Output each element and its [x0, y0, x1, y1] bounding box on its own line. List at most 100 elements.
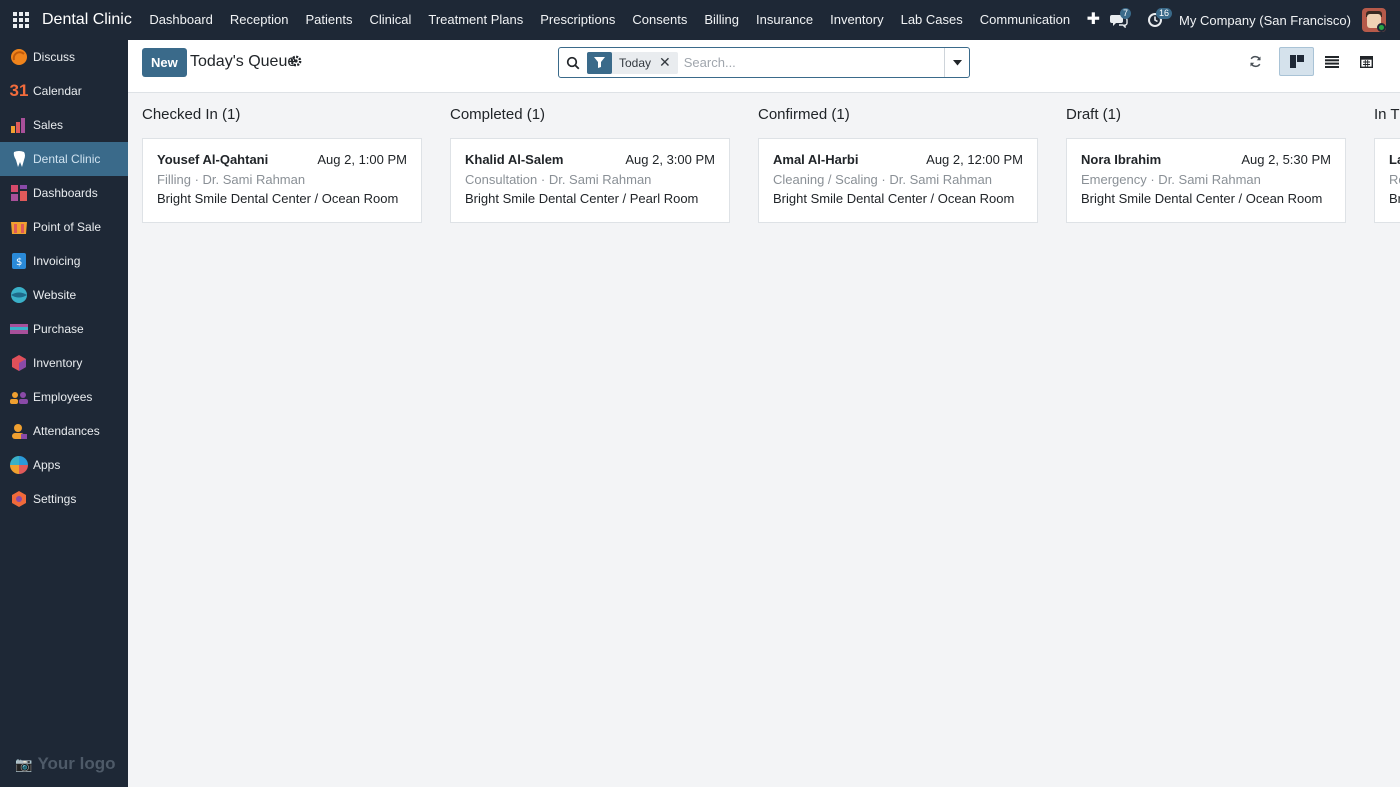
online-status-icon	[1377, 23, 1386, 32]
menu-consents[interactable]: Consents	[624, 0, 696, 40]
sidebar-item-label: Website	[33, 288, 77, 302]
add-menu-icon[interactable]: ✚	[1079, 0, 1108, 40]
kanban-view-button[interactable]	[1279, 47, 1314, 76]
facet-label: Today	[619, 55, 652, 70]
sidebar-item-dashboards[interactable]: Dashboards	[0, 176, 128, 210]
treatment-doctor: Cleaning / Scaling · Dr. Sami Rahman	[773, 172, 992, 187]
kanban-icon	[1289, 55, 1304, 68]
sidebar-item-discuss[interactable]: Discuss	[0, 40, 128, 74]
menu-treatment-plans[interactable]: Treatment Plans	[420, 0, 532, 40]
menu-prescriptions[interactable]: Prescriptions	[532, 0, 624, 40]
sidebar-item-inventory[interactable]: Inventory	[0, 346, 128, 380]
clinic-room: Bright Smile Dental Center / Ocean Room	[157, 191, 399, 206]
clinic-room: Br	[1389, 191, 1400, 206]
camera-icon: 📷	[15, 755, 33, 772]
dashboards-icon	[10, 184, 28, 202]
point-of-sale-icon	[10, 218, 28, 236]
search-icon[interactable]	[559, 48, 587, 77]
systray: 7 16 My Company (San Francisco)	[1107, 0, 1400, 40]
sidebar-item-settings[interactable]: Settings	[0, 482, 128, 516]
menu-insurance[interactable]: Insurance	[748, 0, 822, 40]
menu-inventory[interactable]: Inventory	[822, 0, 892, 40]
refresh-icon[interactable]	[1249, 55, 1262, 68]
control-panel: New Today's Queue Today ✕	[128, 40, 1400, 93]
sidebar-item-sales[interactable]: Sales	[0, 108, 128, 142]
sidebar-item-label: Invoicing	[33, 254, 81, 268]
sidebar-item-label: Dental Clinic	[33, 152, 101, 166]
view-switcher	[1279, 47, 1384, 76]
sidebar-item-apps[interactable]: Apps	[0, 448, 128, 482]
appointment-time: Aug 2, 12:00 PM	[926, 152, 1023, 167]
sidebar-item-employees[interactable]: Employees	[0, 380, 128, 414]
column-title[interactable]: Draft (1)	[1066, 106, 1121, 123]
menu-reception[interactable]: Reception	[221, 0, 297, 40]
user-avatar[interactable]	[1362, 8, 1386, 32]
sidebar-item-dental-clinic[interactable]: Dental Clinic	[0, 142, 128, 176]
patient-name: Nora Ibrahim	[1081, 152, 1162, 167]
clinic-room: Bright Smile Dental Center / Pearl Room	[465, 191, 699, 206]
appointment-time: Aug 2, 1:00 PM	[317, 152, 407, 167]
kanban-card[interactable]: La Ro Br	[1374, 138, 1400, 223]
sidebar-item-label: Discuss	[33, 50, 76, 64]
column-title[interactable]: Confirmed (1)	[758, 106, 850, 123]
search-input[interactable]	[677, 48, 944, 77]
menu-clinical[interactable]: Clinical	[361, 0, 420, 40]
sidebar-item-label: Apps	[33, 458, 61, 472]
app-switcher-icon[interactable]	[13, 12, 29, 28]
calendar-view-icon	[1360, 56, 1373, 68]
new-button[interactable]: New	[142, 48, 187, 77]
calendar-view-button[interactable]	[1349, 47, 1384, 76]
column-title[interactable]: Completed (1)	[450, 106, 545, 123]
website-icon	[10, 286, 28, 304]
sidebar-item-point-of-sale[interactable]: Point of Sale	[0, 210, 128, 244]
messages-button[interactable]: 7	[1107, 0, 1132, 40]
treatment-doctor: Filling · Dr. Sami Rahman	[157, 172, 306, 187]
menu-communication[interactable]: Communication	[971, 0, 1078, 40]
sidebar-item-label: Sales	[33, 118, 64, 132]
company-switcher[interactable]: My Company (San Francisco)	[1179, 13, 1351, 28]
filter-icon	[587, 51, 612, 74]
activities-button[interactable]: 16	[1143, 0, 1173, 40]
kanban-card[interactable]: Yousef Al-Qahtani Aug 2, 1:00 PM Filling …	[142, 138, 422, 223]
activities-badge: 16	[1156, 8, 1173, 19]
sidebar-item-attendances[interactable]: Attendances	[0, 414, 128, 448]
app-brand[interactable]: Dental Clinic	[42, 11, 132, 29]
settings-icon	[10, 490, 28, 508]
app-sidebar: Discuss 31 Calendar Sales Dental Clinic …	[0, 40, 128, 787]
kanban-card[interactable]: Khalid Al-Salem Aug 2, 3:00 PM Consultati…	[450, 138, 730, 223]
list-view-button[interactable]	[1314, 47, 1349, 76]
column-title[interactable]: In Tr	[1374, 106, 1400, 123]
svg-text:$: $	[16, 257, 22, 268]
kanban-card[interactable]: Nora Ibrahim Aug 2, 5:30 PM Emergency · D…	[1066, 138, 1346, 223]
sidebar-item-label: Dashboards	[33, 186, 98, 200]
menu-billing[interactable]: Billing	[696, 0, 748, 40]
sidebar-item-invoicing[interactable]: $ Invoicing	[0, 244, 128, 278]
menu-patients[interactable]: Patients	[297, 0, 361, 40]
menu-dashboard[interactable]: Dashboard	[141, 0, 222, 40]
top-navbar: Dental Clinic Dashboard Reception Patien…	[0, 0, 1400, 40]
top-menu: Dashboard Reception Patients Clinical Tr…	[141, 0, 1108, 40]
patient-name: Khalid Al-Salem	[465, 152, 564, 167]
purchase-icon	[10, 320, 28, 338]
remove-facet-icon[interactable]: ✕	[659, 54, 678, 71]
search-options-toggle[interactable]	[944, 48, 969, 77]
sidebar-item-label: Purchase	[33, 322, 84, 336]
clinic-room: Bright Smile Dental Center / Ocean Room	[773, 191, 1015, 206]
kanban-card[interactable]: Amal Al-Harbi Aug 2, 12:00 PM Cleaning / …	[758, 138, 1038, 223]
treatment-doctor: Consultation · Dr. Sami Rahman	[465, 172, 652, 187]
patient-name: Amal Al-Harbi	[773, 152, 859, 167]
column-title[interactable]: Checked In (1)	[142, 106, 240, 123]
treatment-doctor: Ro	[1389, 172, 1400, 187]
sidebar-item-website[interactable]: Website	[0, 278, 128, 312]
sidebar-item-label: Point of Sale	[33, 220, 102, 234]
employees-icon	[10, 388, 28, 406]
caret-down-icon	[952, 59, 962, 65]
gear-icon[interactable]	[290, 55, 302, 67]
sidebar-item-purchase[interactable]: Purchase	[0, 312, 128, 346]
sidebar-item-calendar[interactable]: 31 Calendar	[0, 74, 128, 108]
apps-icon	[10, 456, 28, 474]
sidebar-item-label: Calendar	[33, 84, 82, 98]
clinic-room: Bright Smile Dental Center / Ocean Room	[1081, 191, 1323, 206]
list-icon	[1324, 55, 1339, 68]
menu-lab-cases[interactable]: Lab Cases	[892, 0, 971, 40]
